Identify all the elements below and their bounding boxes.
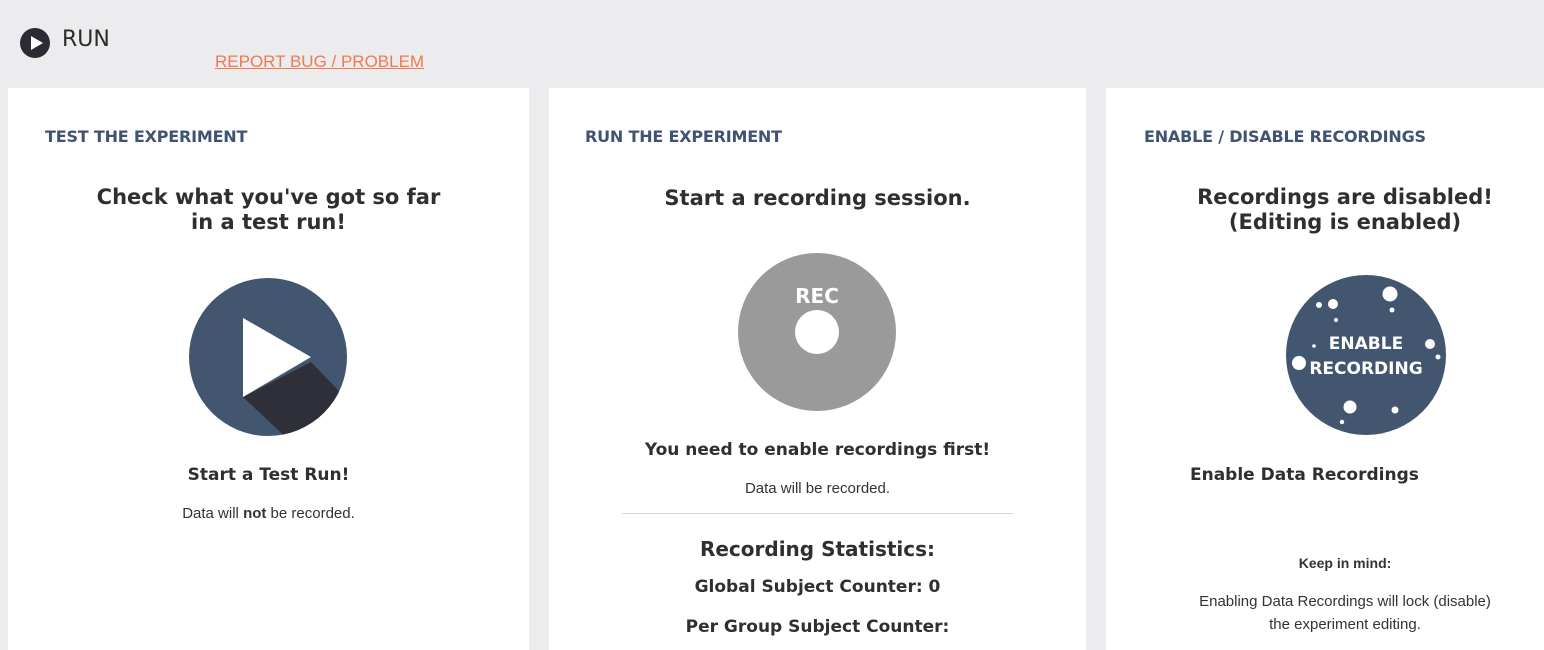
rec-button[interactable]: REC xyxy=(737,252,897,412)
recordings-status: Recordings are disabled! (Editing is ena… xyxy=(1146,185,1544,235)
test-note-emphasis: not xyxy=(243,505,267,522)
test-experiment-panel: TEST THE EXPERIMENT Check what you've go… xyxy=(8,88,529,650)
run-description: Start a recording session. xyxy=(664,186,971,210)
play-circle-icon xyxy=(20,28,50,58)
panel-heading: RUN THE EXPERIMENT xyxy=(585,127,782,146)
run-note: Data will be recorded. xyxy=(744,480,891,497)
page-title: RUN xyxy=(62,27,110,52)
enable-data-recordings-label[interactable]: Enable Data Recordings xyxy=(1190,465,1544,485)
editing-lock-warning-line1: Enabling Data Recordings will lock (disa… xyxy=(1199,593,1491,610)
panel-heading: ENABLE / DISABLE RECORDINGS xyxy=(1144,127,1426,146)
divider xyxy=(622,513,1013,514)
rec-label: REC xyxy=(795,284,839,308)
recordings-status-line1: Recordings are disabled! xyxy=(1197,185,1493,209)
per-group-subject-counter: Per Group Subject Counter: xyxy=(685,617,950,637)
recordings-panel: ENABLE / DISABLE RECORDINGS Recordings a… xyxy=(1106,88,1544,650)
test-note-prefix: Data will xyxy=(182,505,244,522)
editing-lock-warning-line2: the experiment editing. xyxy=(1269,616,1421,633)
enable-label-line1: ENABLE xyxy=(1328,334,1404,354)
enable-label-line2: RECORDING xyxy=(1309,359,1423,379)
recordings-status-line2: (Editing is enabled) xyxy=(1228,210,1462,234)
enable-recording-button[interactable]: ENABLE RECORDING xyxy=(1286,275,1446,435)
global-subject-counter: Global Subject Counter: 0 xyxy=(694,577,941,597)
recording-statistics-title: Recording Statistics: xyxy=(699,537,936,561)
page-header: RUN REPORT BUG / PROBLEM xyxy=(0,0,1544,88)
run-experiment-panel: RUN THE EXPERIMENT Start a recording ses… xyxy=(549,88,1086,650)
enable-first-warning: You need to enable recordings first! xyxy=(644,440,991,460)
editing-lock-warning: Enabling Data Recordings will lock (disa… xyxy=(1146,590,1544,636)
report-bug-link[interactable]: REPORT BUG / PROBLEM xyxy=(215,52,424,72)
start-test-run-label[interactable]: Start a Test Run! xyxy=(8,465,529,485)
test-note: Data will not be recorded. xyxy=(8,505,529,522)
rec-circle-icon xyxy=(738,253,896,411)
keep-in-mind-label: Keep in mind: xyxy=(1298,555,1392,571)
start-test-run-button[interactable] xyxy=(188,277,348,437)
test-note-suffix: be recorded. xyxy=(266,505,355,522)
test-description: Check what you've got so far in a test r… xyxy=(96,185,441,234)
panel-heading: TEST THE EXPERIMENT xyxy=(45,127,248,146)
